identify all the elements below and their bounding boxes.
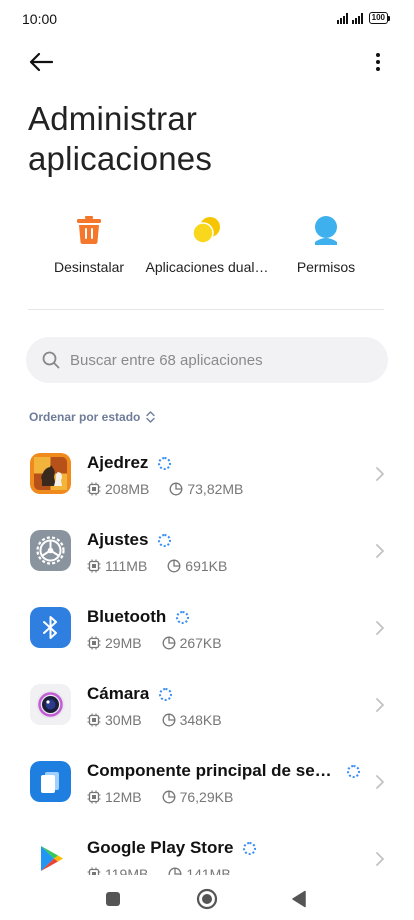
storage-pie-icon: [168, 867, 182, 875]
recents-icon: [106, 892, 120, 906]
app-data-size: 691KB: [185, 558, 228, 574]
chip-icon: [87, 636, 101, 650]
quick-actions: Desinstalar Aplicaciones dual… Permisos: [0, 214, 414, 284]
home-icon: [196, 888, 218, 910]
chip-icon: [87, 559, 101, 573]
app-row-google-play-store[interactable]: Google Play Store 119MB 141MB: [0, 820, 414, 875]
trash-icon: [76, 214, 102, 246]
app-data-size: 73,82MB: [187, 481, 244, 497]
dual-apps-label: Aplicaciones dual…: [145, 259, 269, 275]
app-name: Componente principal de seg…: [87, 761, 337, 780]
page-title: Administrar aplicaciones: [28, 100, 213, 177]
chip-icon: [87, 713, 101, 727]
signal-icon: [336, 12, 348, 24]
status-icons: 100: [336, 12, 390, 24]
chess-app-icon: [30, 453, 71, 494]
back-arrow-icon: [29, 52, 54, 72]
storage-pie-icon: [167, 559, 181, 573]
loading-icon: [159, 687, 173, 701]
app-size: 29MB: [105, 635, 142, 651]
loading-icon: [176, 610, 190, 624]
app-data-size: 348KB: [179, 712, 222, 728]
chip-icon: [87, 867, 101, 875]
loading-icon: [158, 533, 172, 547]
back-button[interactable]: [26, 48, 56, 76]
app-data-size: 141MB: [186, 866, 231, 875]
app-name: Ajustes: [87, 530, 149, 549]
chip-icon: [87, 790, 101, 804]
uninstall-label: Desinstalar: [53, 259, 125, 275]
camera-app-icon: [30, 684, 71, 725]
chevron-right-icon: [376, 775, 384, 789]
chevron-right-icon: [376, 698, 384, 712]
app-size: 111MB: [105, 558, 148, 574]
loading-icon: [347, 764, 360, 778]
play-store-app-icon: [30, 838, 71, 875]
app-row-componente-principal[interactable]: Componente principal de seg… 12MB 76,29K…: [0, 743, 414, 819]
status-bar: 10:00 100: [0, 0, 414, 38]
chip-icon: [87, 482, 101, 496]
back-nav-button[interactable]: [285, 885, 313, 913]
chevron-right-icon: [376, 544, 384, 558]
search-icon: [42, 351, 60, 369]
loading-icon: [243, 841, 257, 855]
signal-icon: [351, 12, 363, 24]
storage-pie-icon: [162, 790, 176, 804]
settings-app-icon: [30, 530, 71, 571]
permissions-button[interactable]: Permisos: [256, 214, 396, 275]
search-bar[interactable]: [26, 337, 388, 383]
system-navigation-bar: [0, 875, 414, 920]
search-input[interactable]: [70, 351, 370, 369]
storage-pie-icon: [162, 713, 176, 727]
dual-apps-icon: [192, 214, 222, 246]
sort-selector[interactable]: Ordenar por estado: [29, 410, 156, 424]
bluetooth-app-icon: [30, 607, 71, 648]
app-data-size: 76,29KB: [179, 789, 234, 805]
sort-toggle-icon: [146, 411, 156, 423]
app-row-ajedrez[interactable]: Ajedrez 208MB 73,82MB: [0, 435, 414, 511]
app-name: Google Play Store: [87, 838, 234, 857]
battery-level: 100: [368, 12, 388, 24]
top-app-bar: [0, 44, 414, 80]
app-name: Cámara: [87, 684, 150, 703]
app-size: 119MB: [105, 866, 149, 875]
storage-pie-icon: [162, 636, 176, 650]
back-triangle-icon: [292, 890, 306, 908]
app-size: 30MB: [105, 712, 142, 728]
more-options-button[interactable]: [368, 48, 388, 76]
recents-button[interactable]: [99, 885, 127, 913]
app-name: Ajedrez: [87, 453, 149, 472]
home-button[interactable]: [193, 885, 221, 913]
app-size: 12MB: [105, 789, 142, 805]
permissions-label: Permisos: [296, 259, 356, 275]
app-row-bluetooth[interactable]: Bluetooth 29MB 267KB: [0, 589, 414, 665]
security-component-app-icon: [30, 761, 71, 802]
chevron-right-icon: [376, 467, 384, 481]
app-size: 208MB: [105, 481, 150, 497]
sort-label: Ordenar por estado: [29, 410, 141, 424]
chevron-right-icon: [376, 852, 384, 866]
app-data-size: 267KB: [179, 635, 222, 651]
app-list: Ajedrez 208MB 73,82MB Ajustes 111MB 691K…: [0, 435, 414, 875]
status-time: 10:00: [22, 11, 58, 27]
divider: [28, 309, 384, 310]
chevron-right-icon: [376, 621, 384, 635]
battery-icon: 100: [368, 12, 390, 24]
permissions-icon: [313, 214, 339, 246]
app-name: Bluetooth: [87, 607, 167, 626]
app-row-camara[interactable]: Cámara 30MB 348KB: [0, 666, 414, 742]
storage-pie-icon: [169, 482, 183, 496]
app-row-ajustes[interactable]: Ajustes 111MB 691KB: [0, 512, 414, 588]
loading-icon: [158, 456, 172, 470]
